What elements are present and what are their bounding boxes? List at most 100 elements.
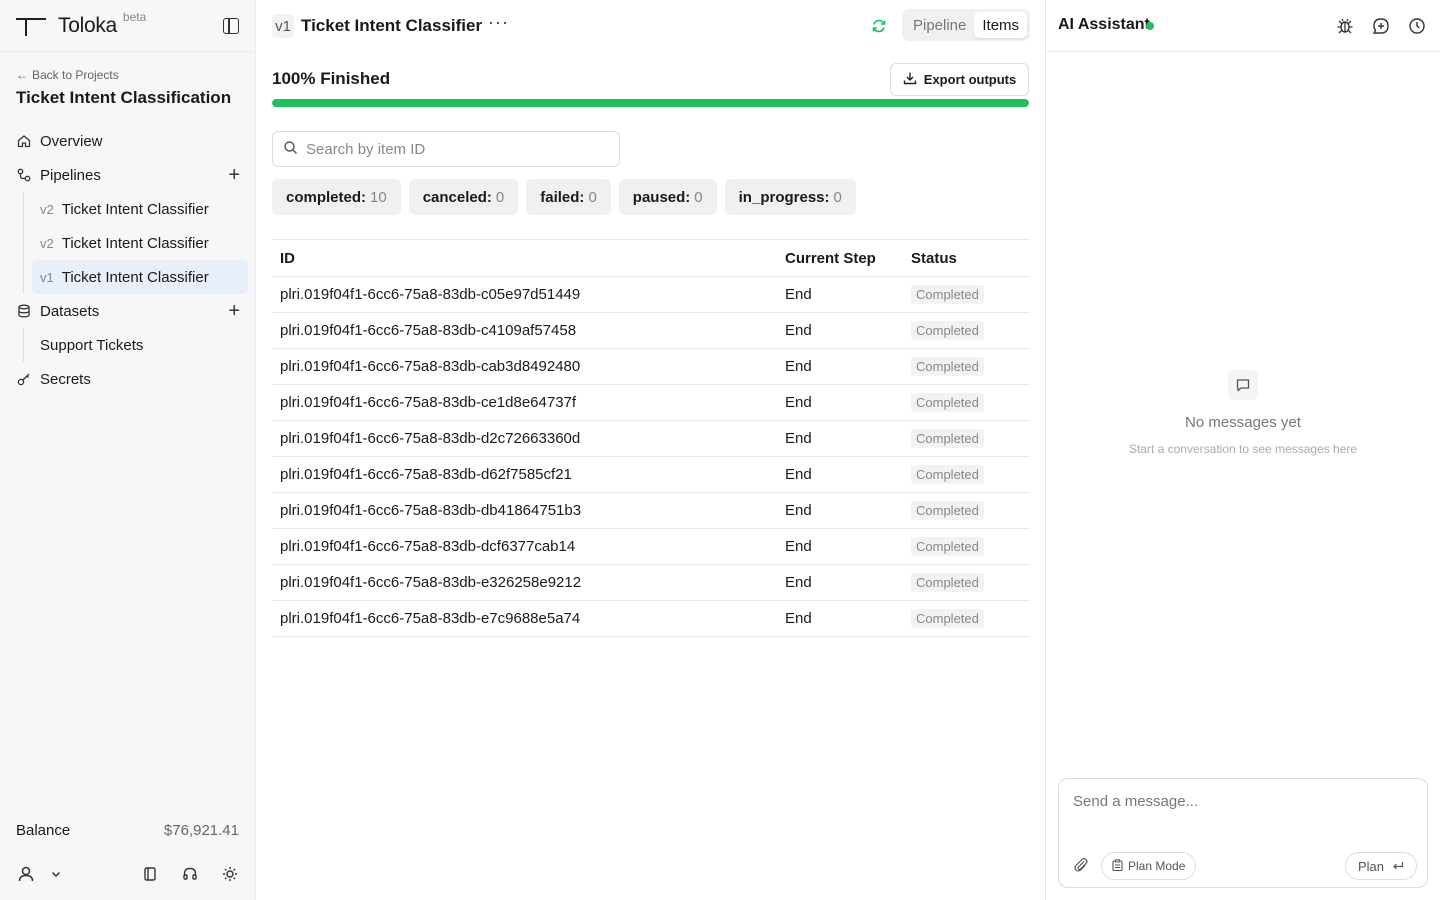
search-box [272,131,620,167]
item-step: End [777,456,903,493]
pipeline-item-active[interactable]: v1 Ticket Intent Classifier [32,260,248,294]
sidebar-item-label: Secrets [40,370,91,388]
status-chip-paused[interactable]: paused: 0 [618,179,717,215]
pipeline-icon [16,167,32,183]
item-id: plri.019f04f1-6cc6-75a8-83db-d62f7585cf2… [272,456,777,493]
sidebar-item-pipelines[interactable]: Pipelines + [8,158,248,192]
item-step: End [777,600,903,637]
tab-pipeline[interactable]: Pipeline [905,12,974,38]
item-id: plri.019f04f1-6cc6-75a8-83db-db41864751b… [272,492,777,529]
progress-title: 100% Finished [272,69,391,88]
plan-label: Plan [1357,858,1384,874]
brand-header: Toloka beta [0,0,255,52]
status-chip-completed[interactable]: completed: 10 [272,179,401,215]
empty-state-subtitle: Start a conversation to see messages her… [1128,442,1358,456]
item-id: plri.019f04f1-6cc6-75a8-83db-e326258e921… [272,564,777,601]
back-to-projects-link[interactable]: ← Back to Projects [16,68,119,82]
pipeline-item[interactable]: v2 Ticket Intent Classifier [32,192,248,226]
pipeline-name: Ticket Intent Classifier [61,234,209,252]
sidebar: Toloka beta ← Back to Projects Ticket In… [0,0,256,900]
bug-icon[interactable] [1336,17,1354,35]
pipelines-list: v2 Ticket Intent Classifier v2 Ticket In… [23,192,248,294]
item-status-cell: Completed [903,276,1029,313]
table-row[interactable]: plri.019f04f1-6cc6-75a8-83db-d62f7585cf2… [272,456,1029,493]
column-header-id[interactable]: ID [272,239,777,277]
table-row[interactable]: plri.019f04f1-6cc6-75a8-83db-e7c9688e5a7… [272,600,1029,637]
version-badge: v1 [272,14,294,38]
chip-label: in_progress: [738,188,830,206]
toloka-logo-icon [16,15,46,37]
pipeline-item[interactable]: v2 Ticket Intent Classifier [32,226,248,260]
chip-count: 0 [694,188,703,206]
sidebar-item-datasets[interactable]: Datasets + [8,294,248,328]
item-status-cell: Completed [903,384,1029,421]
new-chat-icon[interactable] [1372,17,1390,35]
item-status-cell: Completed [903,420,1029,457]
table-row[interactable]: plri.019f04f1-6cc6-75a8-83db-e326258e921… [272,564,1029,601]
item-status-cell: Completed [903,348,1029,385]
balance-label: Balance [16,822,71,839]
status-chip-canceled[interactable]: canceled: 0 [408,179,519,215]
sidebar-nav: Overview Pipelines + v2 Ticket Intent Cl… [8,124,248,396]
status-chip-failed[interactable]: failed: 0 [526,179,611,215]
sidebar-item-label: Overview [40,132,103,150]
main-panel: v1 Ticket Intent Classifier ··· Pipeline… [256,0,1046,900]
history-icon[interactable] [1408,17,1426,35]
search-input[interactable] [306,140,606,158]
table-row[interactable]: plri.019f04f1-6cc6-75a8-83db-cab3d849248… [272,348,1029,385]
item-step: End [777,492,903,529]
user-icon[interactable] [16,864,36,884]
table-row[interactable]: plri.019f04f1-6cc6-75a8-83db-c05e97d5144… [272,276,1029,313]
item-id: plri.019f04f1-6cc6-75a8-83db-dcf6377cab1… [272,528,777,565]
more-options-button[interactable]: ··· [488,12,509,33]
chip-label: paused: [632,188,691,206]
datasets-list: Support Tickets [23,328,248,362]
column-header-status[interactable]: Status [903,239,1029,277]
export-outputs-button[interactable]: Export outputs [890,63,1029,96]
table-row[interactable]: plri.019f04f1-6cc6-75a8-83db-ce1d8e64737… [272,384,1029,421]
dataset-name: Support Tickets [40,336,144,354]
sync-icon[interactable] [870,17,888,35]
item-id: plri.019f04f1-6cc6-75a8-83db-c4109af5745… [272,312,777,349]
plan-mode-label: Plan Mode [1128,859,1186,873]
dataset-item[interactable]: Support Tickets [32,328,248,362]
chip-label: completed: [286,188,367,206]
beta-badge: beta [122,9,147,24]
sun-icon[interactable] [220,864,240,884]
chevron-down-icon[interactable] [46,864,66,884]
pipeline-version: v2 [40,235,54,251]
message-input[interactable] [1073,793,1413,833]
add-pipeline-plus-icon[interactable]: + [228,165,240,185]
status-badge: Completed [911,573,984,592]
pipeline-version: v2 [40,201,54,217]
main-topbar: v1 Ticket Intent Classifier ··· Pipeline… [256,0,1045,52]
balance-row: Balance $76,921.41 [16,822,239,839]
tab-items[interactable]: Items [974,12,1028,38]
plan-mode-button[interactable]: Plan Mode [1101,852,1197,880]
table-row[interactable]: plri.019f04f1-6cc6-75a8-83db-db41864751b… [272,492,1029,529]
paperclip-icon[interactable] [1073,857,1089,873]
column-header-current-step[interactable]: Current Step [777,239,903,277]
item-status-cell: Completed [903,492,1029,529]
item-step: End [777,276,903,313]
view-switcher: Pipeline Items [902,9,1031,41]
add-dataset-plus-icon[interactable]: + [228,301,240,321]
chip-label: canceled: [422,188,492,206]
assistant-title: AI Assistant [1058,16,1150,33]
status-badge: Completed [911,465,984,484]
enter-icon [1392,859,1404,874]
table-row[interactable]: plri.019f04f1-6cc6-75a8-83db-c4109af5745… [272,312,1029,349]
table-row[interactable]: plri.019f04f1-6cc6-75a8-83db-d2c72663360… [272,420,1029,457]
status-badge: Completed [911,537,984,556]
key-icon [16,371,32,387]
panel-left-icon[interactable] [223,18,239,34]
empty-state: No messages yet Start a conversation to … [1046,370,1440,456]
chip-count: 0 [833,188,842,206]
sidebar-item-secrets[interactable]: Secrets [8,362,248,396]
status-chip-in-progress[interactable]: in_progress: 0 [724,179,856,215]
headset-icon[interactable] [180,864,200,884]
book-icon[interactable] [140,864,160,884]
sidebar-item-overview[interactable]: Overview [8,124,248,158]
plan-send-button[interactable]: Plan [1344,852,1417,880]
table-row[interactable]: plri.019f04f1-6cc6-75a8-83db-dcf6377cab1… [272,528,1029,565]
